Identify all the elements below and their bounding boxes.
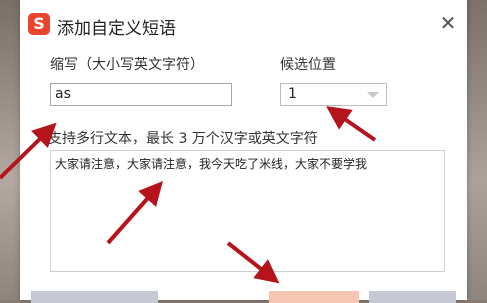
secondary-button-left[interactable] [31,291,158,303]
abbrev-label: 缩写（大小写英文字符） [50,57,204,73]
abbrev-input[interactable]: as [50,83,232,106]
content-label: 支持多行文本，最长 3 万个汉字或英文字符 [48,131,318,147]
add-custom-phrase-dialog: S 添加自定义短语 ✕ 缩写（大小写英文字符） 候选位置 as 1 支持多行文本… [20,0,467,303]
position-select-value: 1 [288,86,297,102]
confirm-button[interactable] [269,291,359,303]
position-label: 候选位置 [280,57,336,73]
cancel-button[interactable] [369,291,456,303]
chevron-down-icon [367,92,379,98]
background-left [0,0,20,300]
background-right [467,0,487,300]
sogou-logo-icon: S [28,13,50,35]
content-textarea[interactable]: 大家请注意，大家请注意，我今天吃了米线，大家不要学我 [50,150,445,272]
title-bar: S 添加自定义短语 ✕ [20,0,467,48]
close-icon[interactable]: ✕ [438,12,458,34]
position-select[interactable]: 1 [280,83,387,106]
dialog-title: 添加自定义短语 [57,19,176,39]
